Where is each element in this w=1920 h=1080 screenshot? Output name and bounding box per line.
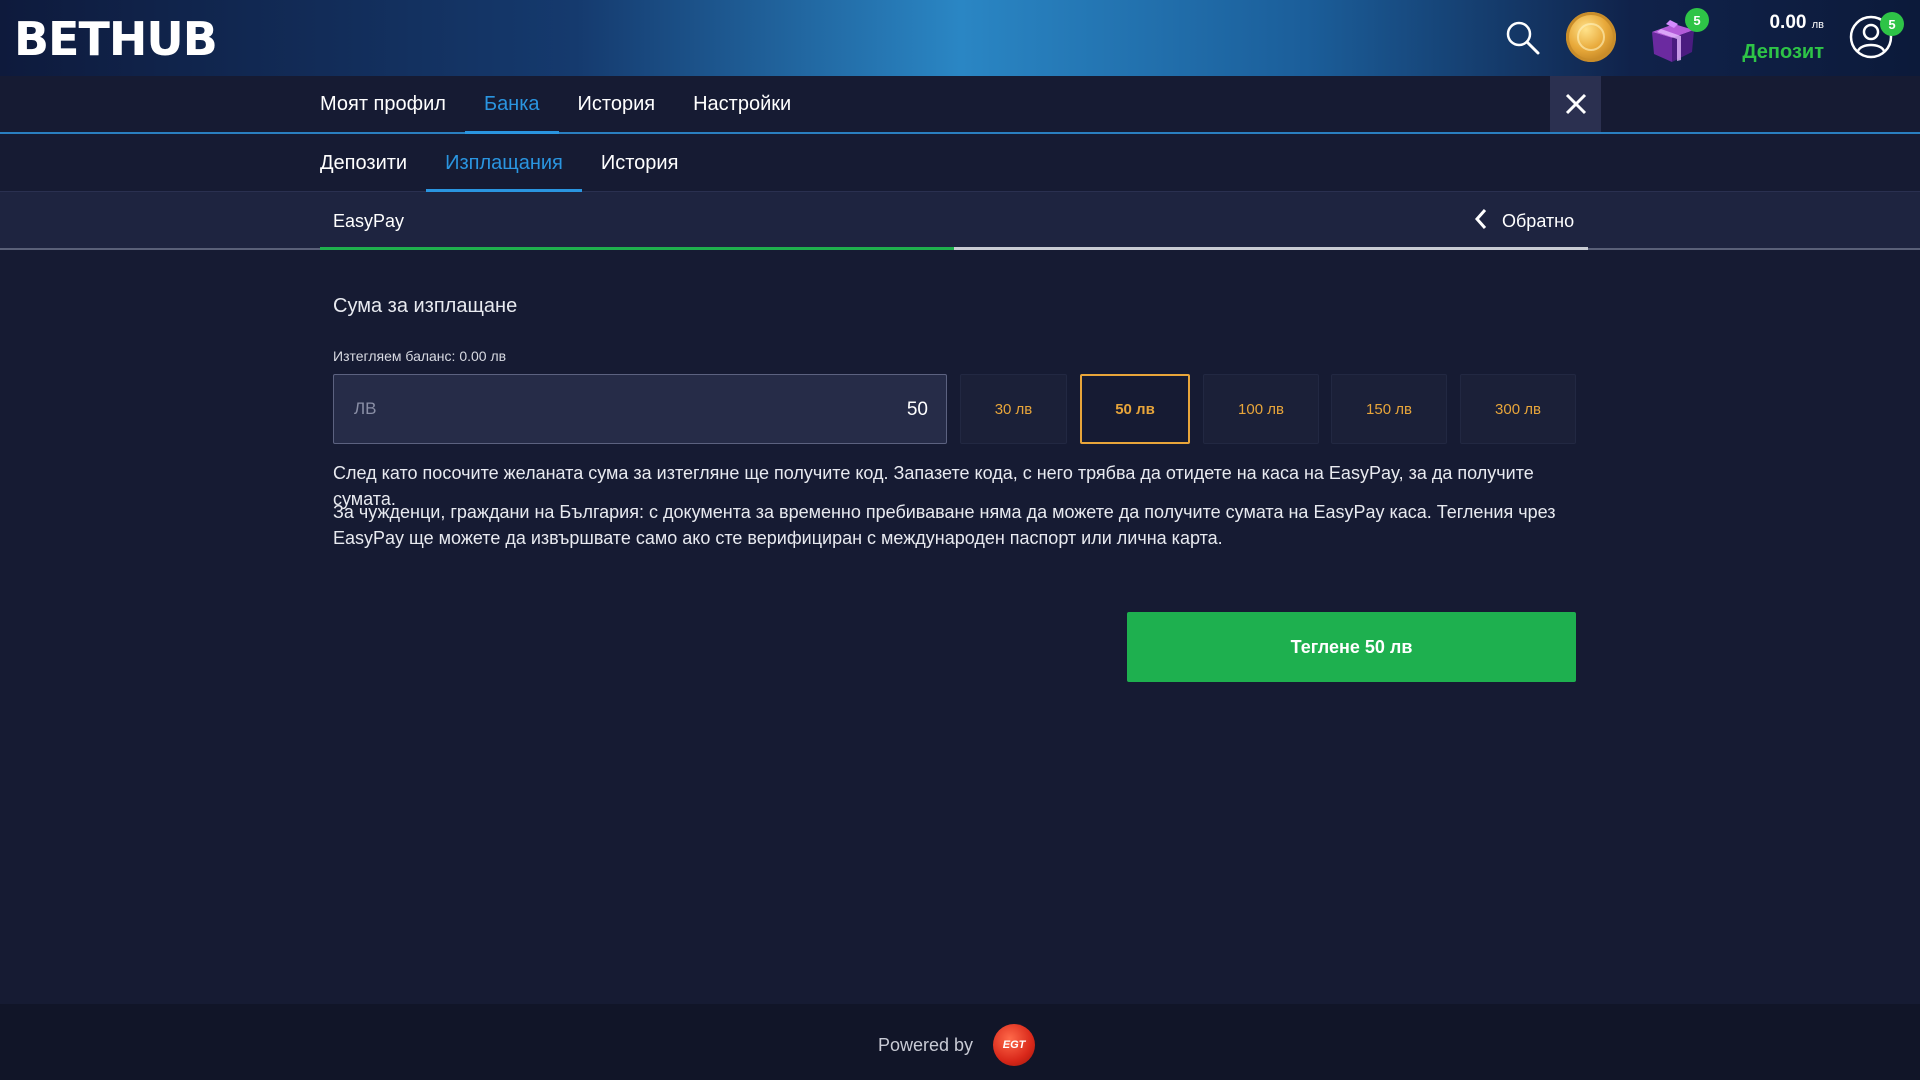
amount-input[interactable]	[628, 393, 928, 427]
amount-currency-label: ЛВ	[354, 399, 377, 418]
balance-amount: 0.00 лв	[1769, 12, 1824, 33]
form-title: Сума за изплащане	[333, 295, 518, 317]
coin-icon[interactable]	[1566, 12, 1616, 62]
deposit-link[interactable]: Депозит	[1742, 41, 1824, 64]
preset-amount-30[interactable]: 30 лв	[960, 374, 1067, 444]
main-nav: Моят профил Банка История Настройки	[0, 76, 1920, 134]
tab-history[interactable]: История	[559, 76, 675, 132]
back-button[interactable]: Обратно	[1474, 208, 1574, 234]
search-icon[interactable]	[1505, 20, 1541, 56]
tab-transaction-history[interactable]: История	[582, 134, 698, 192]
payment-method-bar: EasyPay Обратно	[0, 192, 1920, 250]
withdraw-button[interactable]: Теглене 50 лв	[1127, 612, 1576, 682]
close-icon[interactable]	[1550, 76, 1601, 132]
progress-fill	[320, 247, 954, 250]
chevron-left-icon	[1474, 208, 1488, 235]
balance-currency: лв	[1811, 19, 1824, 31]
tab-my-profile[interactable]: Моят профил	[320, 76, 465, 132]
tab-settings[interactable]: Настройки	[674, 76, 810, 132]
account-notification-badge: 5	[1880, 12, 1904, 36]
powered-by-label: Powered by	[878, 1034, 974, 1055]
gift-count-badge: 5	[1685, 8, 1709, 32]
top-header: BETHUB 5 0.00 лв Депозит 5	[0, 0, 1920, 76]
egt-logo: EGT	[993, 1024, 1036, 1066]
amount-field[interactable]: ЛВ	[333, 374, 947, 444]
footer: Powered by EGT	[0, 1004, 1920, 1080]
progress-remaining	[954, 247, 1588, 250]
preset-amount-50[interactable]: 50 лв	[1080, 374, 1190, 444]
withdrawable-balance: Изтегляем баланс: 0.00 лв	[333, 348, 507, 364]
preset-amount-150[interactable]: 150 лв	[1331, 374, 1447, 444]
preset-amount-100[interactable]: 100 лв	[1203, 374, 1319, 444]
tab-withdrawals[interactable]: Изплащания	[426, 134, 582, 192]
bethub-logo[interactable]: BETHUB	[14, 12, 218, 66]
info-text-foreigners: За чужденци, граждани на България: с док…	[333, 502, 1556, 548]
balance-block: 0.00 лв Депозит	[1742, 12, 1824, 64]
tab-deposits[interactable]: Депозити	[320, 134, 426, 192]
back-label: Обратно	[1502, 210, 1575, 231]
tab-bank[interactable]: Банка	[464, 76, 559, 134]
preset-amount-300[interactable]: 300 лв	[1460, 374, 1576, 444]
sub-nav: Депозити Изплащания История	[0, 134, 1920, 192]
payment-method-name: EasyPay	[333, 211, 405, 231]
